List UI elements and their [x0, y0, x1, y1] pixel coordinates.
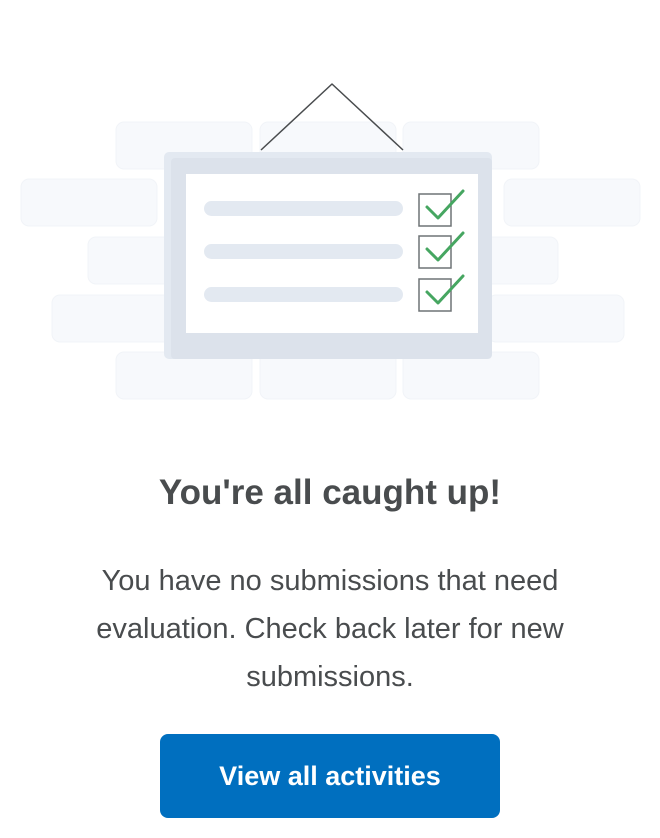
caught-up-illustration [20, 83, 641, 400]
checklist-line [204, 244, 403, 259]
checklist-board [164, 152, 492, 359]
checklist-line [204, 201, 403, 216]
checklist-line [204, 287, 403, 302]
empty-state-title: You're all caught up! [158, 473, 502, 512]
view-all-activities-button[interactable]: View all activities [160, 734, 500, 818]
empty-state-message: You have no submissions that need evalua… [96, 565, 564, 693]
